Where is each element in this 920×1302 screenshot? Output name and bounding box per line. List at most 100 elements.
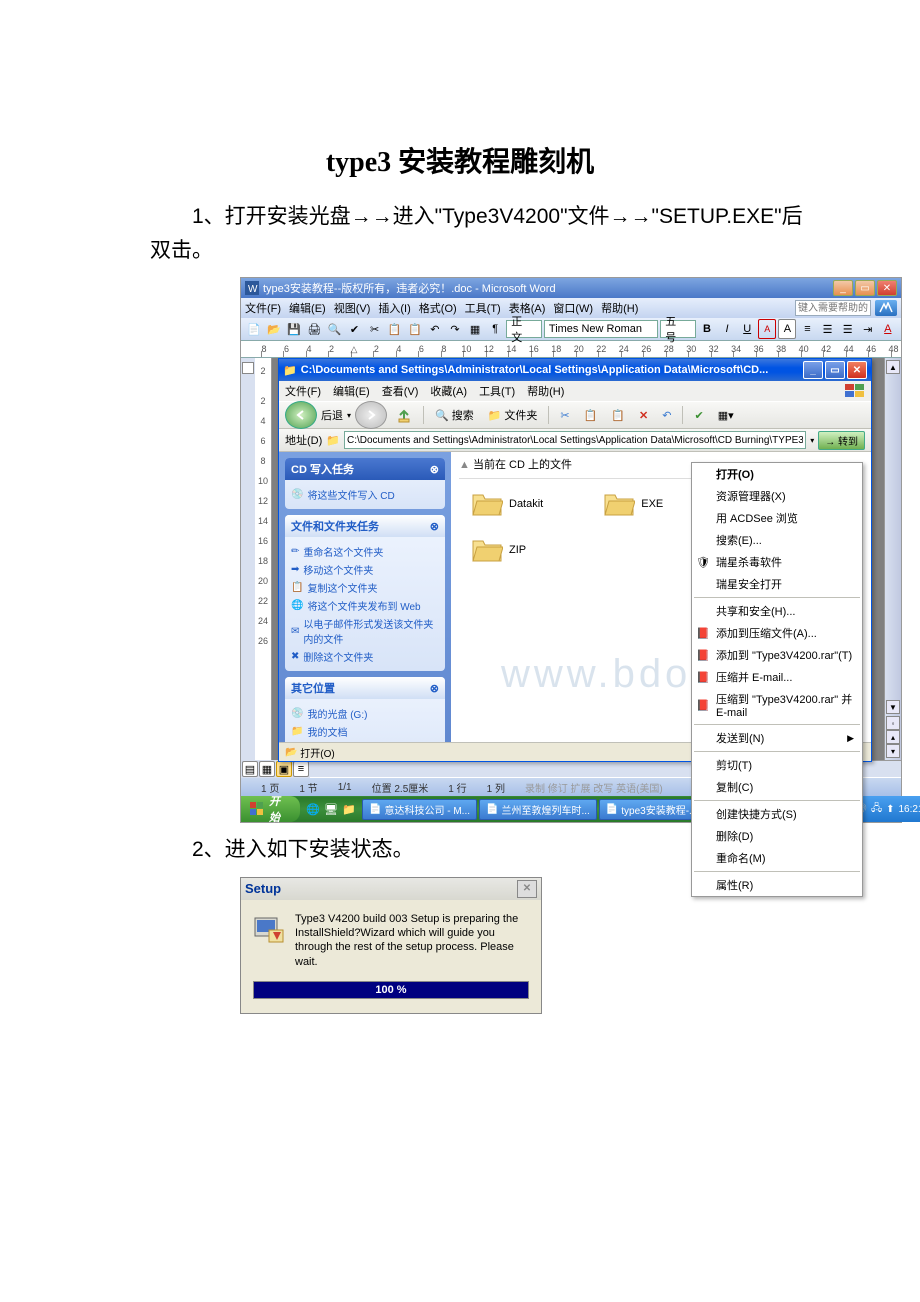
copy-icon[interactable]: 📋 xyxy=(386,319,404,339)
context-menu-item[interactable]: 共享和安全(H)... xyxy=(692,600,862,622)
context-menu-item[interactable]: 重命名(M) xyxy=(692,847,862,869)
numlist-icon[interactable]: ☰ xyxy=(839,319,857,339)
bold-icon[interactable]: B xyxy=(698,319,716,339)
context-menu-item[interactable]: 创建快捷方式(S) xyxy=(692,803,862,825)
explorer-menu-item[interactable]: 查看(V) xyxy=(382,386,419,398)
context-menu-item[interactable]: 剪切(T) xyxy=(692,754,862,776)
location-link[interactable]: 📁我的文档 xyxy=(291,724,439,739)
undo-icon[interactable]: ↶ xyxy=(426,319,444,339)
help-search-input[interactable] xyxy=(795,300,871,316)
highlight-icon[interactable]: A xyxy=(778,319,796,339)
taskbar-item[interactable]: 📄兰州至敦煌列车时... xyxy=(479,799,597,820)
setup-close-button[interactable]: ✕ xyxy=(517,880,537,898)
context-menu-item[interactable]: 📕添加到压缩文件(A)... xyxy=(692,622,862,644)
view-outline-icon[interactable]: ≡ xyxy=(293,761,309,777)
context-menu-item[interactable]: 发送到(N)▶ xyxy=(692,727,862,749)
panel-cd-header[interactable]: CD 写入任务⊗ xyxy=(285,458,445,480)
start-button[interactable]: 开始 xyxy=(241,796,300,822)
context-menu-item[interactable]: 打开(O) xyxy=(692,463,862,485)
context-menu-item[interactable]: 资源管理器(X) xyxy=(692,485,862,507)
context-menu-item[interactable]: 瑞星安全打开 xyxy=(692,573,862,595)
location-link[interactable]: 💿我的光盘 (G:) xyxy=(291,706,439,721)
explorer-close[interactable]: ✕ xyxy=(847,361,867,379)
copy-button[interactable]: 📋 xyxy=(579,406,603,425)
delete-button[interactable]: ✕ xyxy=(634,406,653,425)
up-button[interactable] xyxy=(391,404,417,426)
context-menu-item[interactable]: 📕添加到 "Type3V4200.rar"(T) xyxy=(692,644,862,666)
context-menu-item[interactable]: 🛡瑞星杀毒软件 xyxy=(692,551,862,573)
task-link[interactable]: ✏重命名这个文件夹 xyxy=(291,544,439,559)
quick-desktop-icon[interactable]: 🖥 xyxy=(322,799,340,819)
write-to-cd-link[interactable]: 💿 将这些文件写入 CD xyxy=(291,487,439,502)
context-menu-item[interactable]: 复制(C) xyxy=(692,776,862,798)
view-normal-icon[interactable]: ▤ xyxy=(242,761,258,777)
size-select[interactable]: 五号 xyxy=(660,320,696,338)
word-menu-item[interactable]: 插入(I) xyxy=(378,303,410,315)
taskbar-item[interactable]: 📄type3安装教程-... xyxy=(599,799,705,820)
redo-icon[interactable]: ↷ xyxy=(446,319,464,339)
word-scrollbar[interactable]: ▲ ▼ ◦ ▴ ▾ xyxy=(884,358,901,760)
views-button[interactable]: ▦▾ xyxy=(713,406,739,425)
go-button[interactable]: → 转到 xyxy=(818,431,865,450)
search-button[interactable]: 🔍搜索 xyxy=(430,404,479,426)
folders-button[interactable]: 📁文件夹 xyxy=(483,404,543,426)
spell-icon[interactable]: ✔ xyxy=(345,319,363,339)
check-button[interactable]: ✔ xyxy=(689,406,708,425)
folder-item[interactable]: EXE xyxy=(603,491,663,517)
word-menu-item[interactable]: 帮助(H) xyxy=(601,303,638,315)
view-print-icon[interactable]: ▣ xyxy=(276,761,292,777)
para-icon[interactable]: ¶ xyxy=(486,319,504,339)
word-menu-item[interactable]: 编辑(E) xyxy=(289,303,326,315)
explorer-maximize[interactable]: ▭ xyxy=(825,361,845,379)
address-input[interactable] xyxy=(344,431,806,449)
explorer-menu-item[interactable]: 收藏(A) xyxy=(430,386,467,398)
context-menu-item[interactable]: 📕压缩到 "Type3V4200.rar" 并 E-mail xyxy=(692,688,862,722)
list-icon[interactable]: ☰ xyxy=(819,319,837,339)
maximize-button[interactable]: ▭ xyxy=(855,280,875,296)
forward-button[interactable] xyxy=(355,401,387,429)
task-link[interactable]: 🌐将这个文件夹发布到 Web xyxy=(291,598,439,613)
task-link[interactable]: ➡移动这个文件夹 xyxy=(291,562,439,577)
explorer-menu-item[interactable]: 工具(T) xyxy=(479,386,515,398)
undo-button[interactable]: ↶ xyxy=(657,406,676,425)
align-icon[interactable]: ≡ xyxy=(798,319,816,339)
word-menu-item[interactable]: 格式(O) xyxy=(419,303,457,315)
italic-icon[interactable]: I xyxy=(718,319,736,339)
task-link[interactable]: ✖删除这个文件夹 xyxy=(291,649,439,664)
border-icon[interactable]: A xyxy=(758,319,776,339)
context-menu-item[interactable]: 用 ACDSee 浏览 xyxy=(692,507,862,529)
fontcolor-icon[interactable]: A xyxy=(879,319,897,339)
font-select[interactable]: Times New Roman xyxy=(544,320,658,338)
open-icon[interactable]: 📂 xyxy=(265,319,283,339)
explorer-menu-item[interactable]: 文件(F) xyxy=(285,386,321,398)
cut-button[interactable]: ✂ xyxy=(555,406,574,425)
quick-explorer-icon[interactable]: 📁 xyxy=(340,799,358,819)
context-menu-item[interactable]: 搜索(E)... xyxy=(692,529,862,551)
quick-ie-icon[interactable]: 🌐 xyxy=(304,799,322,819)
save-icon[interactable]: 💾 xyxy=(285,319,303,339)
new-doc-icon[interactable]: 📄 xyxy=(245,319,263,339)
view-web-icon[interactable]: ▦ xyxy=(259,761,275,777)
taskbar-item[interactable]: 📄意达科技公司 - M... xyxy=(362,799,477,820)
cut-icon[interactable]: ✂ xyxy=(366,319,384,339)
folder-item[interactable]: Datakit xyxy=(471,491,543,517)
table-icon[interactable]: ▦ xyxy=(466,319,484,339)
explorer-minimize[interactable]: _ xyxy=(803,361,823,379)
minimize-button[interactable]: _ xyxy=(833,280,853,296)
paste-icon[interactable]: 📋 xyxy=(406,319,424,339)
tray-icon[interactable]: 🖧 xyxy=(871,801,882,818)
underline-icon[interactable]: U xyxy=(738,319,756,339)
explorer-menu-item[interactable]: 帮助(H) xyxy=(527,386,564,398)
context-menu-item[interactable]: 删除(D) xyxy=(692,825,862,847)
close-button[interactable]: ✕ xyxy=(877,280,897,296)
context-menu-item[interactable]: 📕压缩并 E-mail... xyxy=(692,666,862,688)
panel-other-header[interactable]: 其它位置⊗ xyxy=(285,677,445,699)
task-link[interactable]: ✉以电子邮件形式发送该文件夹内的文件 xyxy=(291,616,439,646)
word-menu-item[interactable]: 文件(F) xyxy=(245,303,281,315)
task-link[interactable]: 📋复制这个文件夹 xyxy=(291,580,439,595)
panel-tasks-header[interactable]: 文件和文件夹任务⊗ xyxy=(285,515,445,537)
print-icon[interactable]: 🖨 xyxy=(305,319,323,339)
folder-item[interactable]: ZIP xyxy=(471,537,526,563)
style-select[interactable]: 正文 xyxy=(506,320,542,338)
paste-button[interactable]: 📋 xyxy=(606,406,630,425)
